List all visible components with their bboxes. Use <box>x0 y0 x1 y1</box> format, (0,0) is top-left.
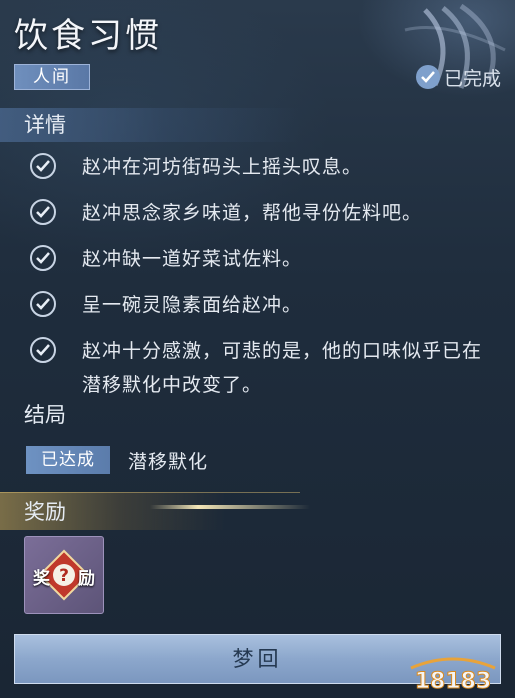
quest-panel: 饮食习惯 人间 已完成 详情 赵冲在河坊街码头上摇头叹息。 赵冲思念家乡味道，帮… <box>0 0 515 698</box>
check-circle-icon <box>30 291 56 317</box>
check-circle-icon <box>30 337 56 363</box>
realm-tag: 人间 <box>14 64 90 90</box>
ending-heading: 结局 <box>24 403 66 427</box>
list-item: 赵冲缺一道好菜试佐料。 <box>30 242 500 276</box>
reward-question-mark: ? <box>59 566 69 586</box>
gold-sparkle-icon <box>150 505 310 509</box>
quest-title: 饮食习惯 <box>14 16 162 56</box>
detail-text: 赵冲在河坊街码头上摇头叹息。 <box>82 156 363 178</box>
list-item: 赵冲思念家乡味道，帮他寻份佐料吧。 <box>30 196 500 230</box>
check-circle-icon <box>30 153 56 179</box>
list-item: 赵冲十分感激，可悲的是，他的口味似乎已在潜移默化中改变了。 <box>30 334 500 402</box>
status-label: 已完成 <box>443 67 501 90</box>
check-circle-icon <box>30 199 56 225</box>
watermark-text: 18183 <box>415 669 492 694</box>
list-item: 呈一碗灵隐素面给赵冲。 <box>30 288 500 322</box>
reward-icon-label-left: 奖 <box>33 569 50 589</box>
detail-text: 赵冲缺一道好菜试佐料。 <box>82 248 303 270</box>
detail-text: 呈一碗灵隐素面给赵冲。 <box>82 294 303 316</box>
detail-text: 赵冲思念家乡味道，帮他寻份佐料吧。 <box>82 202 423 224</box>
check-badge-icon <box>415 65 440 89</box>
detail-text: 赵冲十分感激，可悲的是，他的口味似乎已在潜移默化中改变了。 <box>82 340 483 396</box>
list-item: 赵冲在河坊街码头上摇头叹息。 <box>30 150 500 184</box>
reward-item-slot[interactable]: ? 奖 励 <box>24 536 104 614</box>
reward-heading-label: 奖励 <box>24 500 66 524</box>
site-watermark-logo: 18183 <box>410 657 496 694</box>
reward-icon-label-right: 励 <box>78 569 95 589</box>
ending-achieved-badge: 已达成 <box>26 446 110 474</box>
completed-status: 已完成 <box>415 62 501 92</box>
check-circle-icon <box>30 245 56 271</box>
reward-icon: ? 奖 励 <box>33 544 95 606</box>
ending-row: 已达成 潜移默化 <box>26 446 208 474</box>
reward-heading: 奖励 <box>0 492 310 530</box>
details-heading: 详情 <box>0 108 300 142</box>
ending-name: 潜移默化 <box>128 450 209 473</box>
detail-list: 赵冲在河坊街码头上摇头叹息。 赵冲思念家乡味道，帮他寻份佐料吧。 赵冲缺一道好菜… <box>30 150 500 414</box>
